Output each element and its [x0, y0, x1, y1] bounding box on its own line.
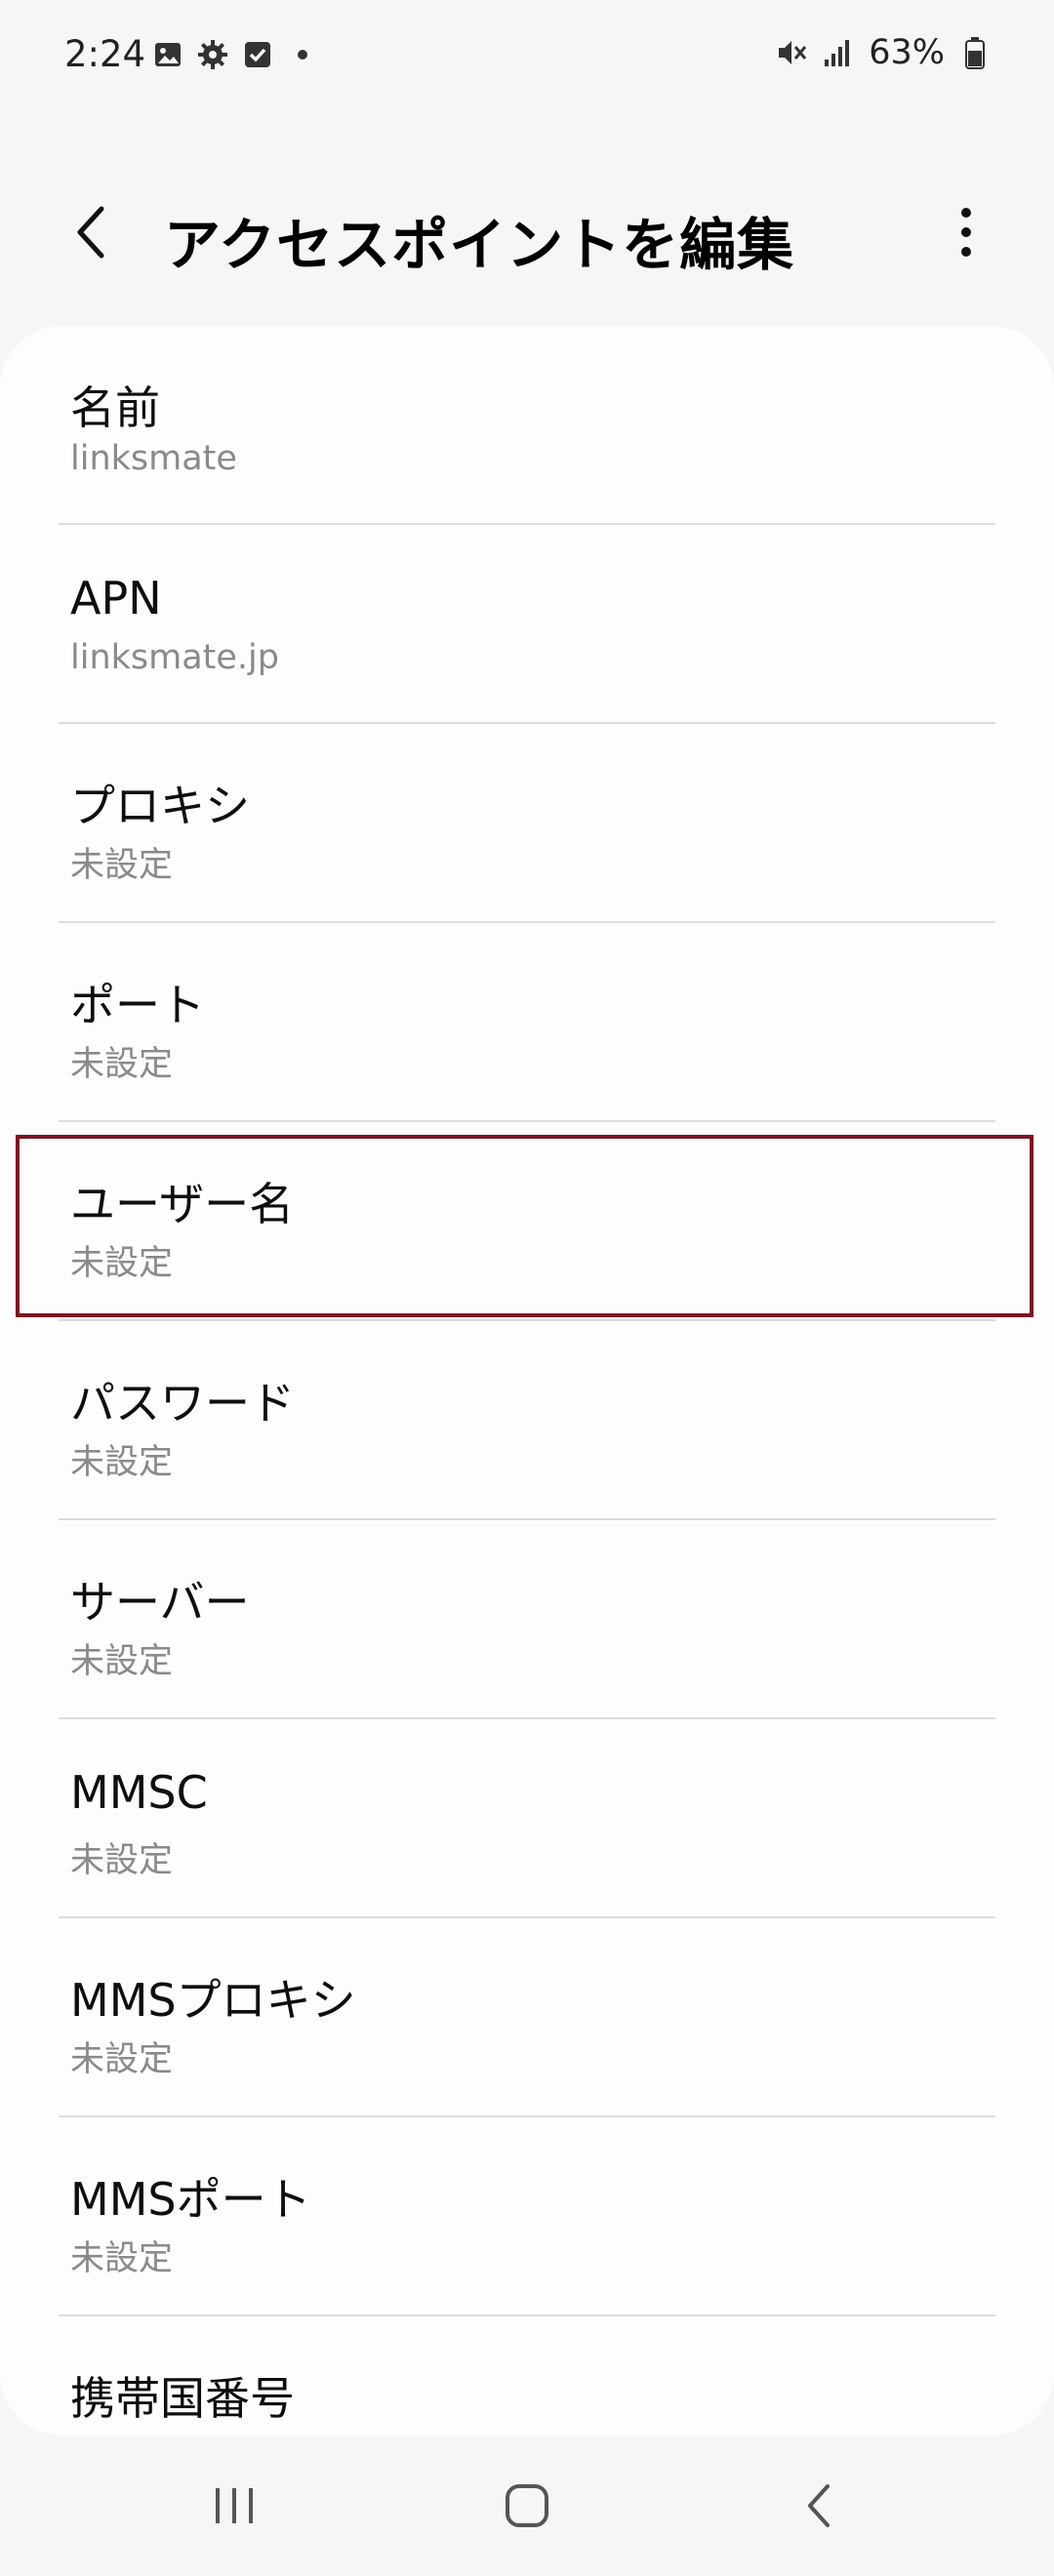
battery-icon [958, 36, 992, 69]
setting-label: 携帯国番号 [70, 2372, 295, 2425]
setting-row-proxy[interactable]: プロキシ 未設定 [0, 724, 1054, 923]
setting-value: 未設定 [70, 1244, 174, 1283]
setting-value: 未設定 [70, 846, 174, 885]
nav-back-button[interactable] [771, 2469, 869, 2547]
status-right: 63% [775, 33, 992, 72]
app-bar: アクセスポイントを編集 [0, 176, 1054, 293]
setting-label: MMSプロキシ [70, 1974, 356, 2027]
setting-row-apn[interactable]: APN linksmate.jp [0, 525, 1054, 724]
signal-icon [822, 36, 855, 69]
setting-label: ユーザー名 [70, 1178, 295, 1230]
home-icon [502, 2480, 552, 2535]
setting-row-username[interactable]: ユーザー名 未設定 [0, 1122, 1054, 1321]
chevron-left-icon [68, 203, 115, 265]
more-vertical-icon [956, 203, 976, 265]
setting-row-mms-port[interactable]: MMSポート 未設定 [0, 2117, 1054, 2316]
setting-row-mmsc[interactable]: MMSC 未設定 [0, 1719, 1054, 1918]
setting-row-port[interactable]: ポート 未設定 [0, 923, 1054, 1122]
setting-label: ポート [70, 979, 205, 1031]
setting-label: パスワード [70, 1377, 295, 1429]
setting-value: 未設定 [70, 1045, 174, 1084]
setting-value: 未設定 [70, 2239, 174, 2278]
setting-value: 未設定 [70, 1841, 174, 1880]
setting-value: 未設定 [70, 1642, 174, 1681]
vibrate-mute-icon [775, 36, 808, 69]
dot-icon [287, 39, 318, 70]
checkbox-icon [242, 39, 273, 70]
setting-row-server[interactable]: サーバー 未設定 [0, 1520, 1054, 1719]
setting-label: サーバー [70, 1576, 250, 1629]
recents-button[interactable] [185, 2469, 283, 2547]
setting-value: 未設定 [70, 2040, 174, 2079]
setting-row-name[interactable]: 名前 linksmate [0, 326, 1054, 525]
setting-row-mcc[interactable]: 携帯国番号 [0, 2316, 1054, 2435]
back-button[interactable] [51, 193, 133, 275]
setting-label: 名前 [70, 382, 160, 434]
more-options-button[interactable] [925, 193, 1007, 275]
recents-icon [209, 2480, 260, 2535]
status-bar: 2:24 63% [0, 0, 1054, 115]
page-title: アクセスポイントを編集 [164, 212, 795, 278]
battery-percent: 63% [869, 33, 945, 72]
setting-value: linksmate.jp [70, 638, 279, 677]
gear-icon [197, 39, 228, 70]
home-button[interactable] [478, 2469, 576, 2547]
setting-label: プロキシ [70, 780, 250, 832]
image-icon [152, 39, 183, 70]
status-time: 2:24 [64, 33, 146, 75]
setting-label: MMSポート [70, 2173, 311, 2226]
setting-value: linksmate [70, 439, 237, 478]
setting-label: MMSC [70, 1766, 208, 1819]
setting-row-mms-proxy[interactable]: MMSプロキシ 未設定 [0, 1918, 1054, 2117]
setting-row-password[interactable]: パスワード 未設定 [0, 1321, 1054, 1520]
status-icons-left [152, 39, 318, 70]
setting-value: 未設定 [70, 1443, 174, 1482]
back-icon [794, 2480, 845, 2535]
navigation-bar [0, 2439, 1054, 2576]
settings-list: 名前 linksmate APN linksmate.jp プロキシ 未設定 ポ… [0, 326, 1054, 2435]
setting-label: APN [70, 572, 162, 624]
